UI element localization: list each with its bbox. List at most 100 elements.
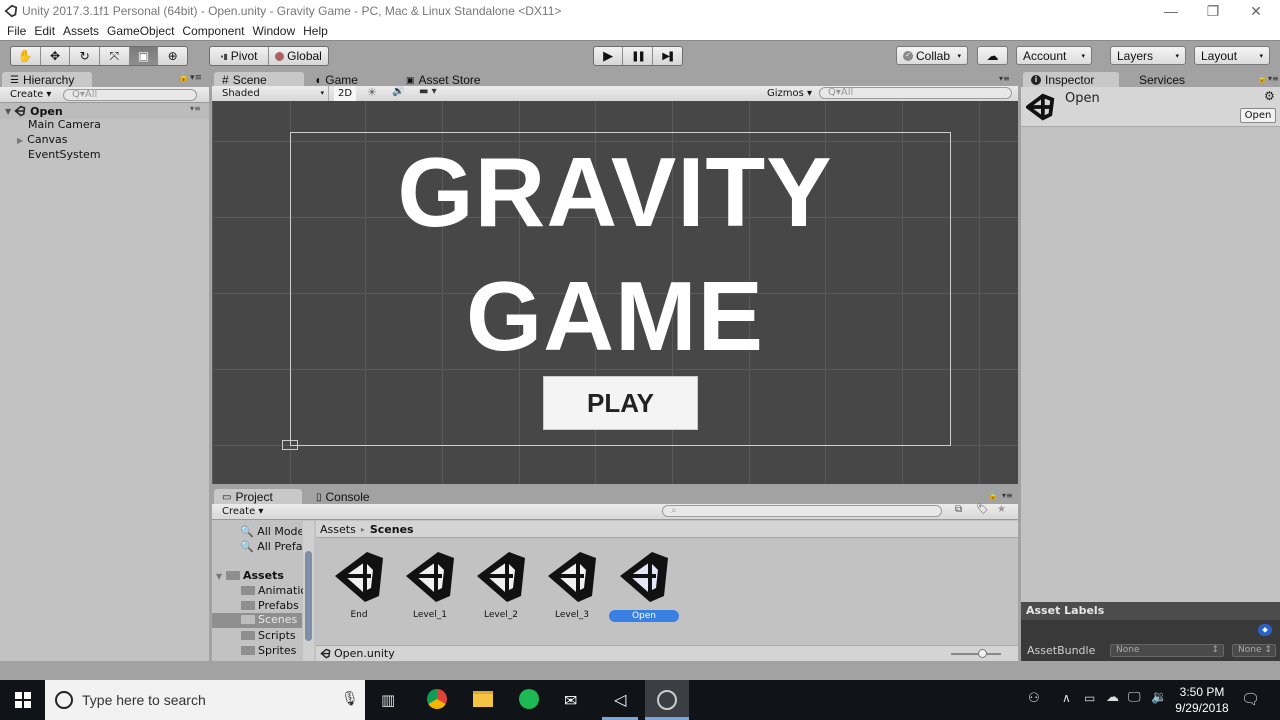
onedrive-cloud-icon[interactable]: ☁ [1106,690,1119,705]
lock-icon[interactable]: 🔒 [988,491,998,500]
breadcrumb-scenes[interactable]: Scenes [370,523,414,536]
expand-arrow-icon[interactable]: ▶ [17,136,23,145]
expand-arrow-icon[interactable]: ▼ [216,572,222,581]
asset-bundle-dropdown[interactable]: None ↕ [1110,644,1224,657]
pivot-toggle[interactable]: ▪▮ Pivot [210,47,270,65]
layers-dropdown[interactable]: Layers ▾ [1110,46,1186,65]
folder-scripts[interactable]: Scripts [241,629,296,642]
menu-help[interactable]: Help [303,24,328,38]
asset-tile-level-2[interactable]: Level_2 [466,548,536,620]
project-search-input[interactable]: ⌕ [662,505,942,517]
menu-gameobject[interactable]: GameObject [107,24,174,38]
canvas-anchor-handle[interactable] [282,440,298,450]
favorite-star-icon[interactable]: ★ [997,504,1006,515]
chrome-icon[interactable] [427,689,447,709]
expand-arrow-icon[interactable]: ▼ [5,107,11,116]
folder-prefabs[interactable]: Prefabs [241,599,299,612]
tab-hierarchy[interactable]: ☰ Hierarchy [2,72,92,88]
layout-dropdown[interactable]: Layout ▾ [1194,46,1270,65]
scene-viewport[interactable]: GRAVITY GAME PLAY [212,101,1018,484]
menu-file[interactable]: File [7,24,26,38]
breadcrumb-assets[interactable]: Assets [320,523,356,536]
file-explorer-icon[interactable] [473,691,493,707]
action-center-icon[interactable]: 🗨 [1241,690,1260,708]
favorite-all-prefabs[interactable]: 🔍 All Prefabs [240,540,302,553]
project-create-dropdown[interactable]: Create ▾ [222,506,263,517]
hierarchy-item-main-camera[interactable]: Main Camera [28,118,101,131]
scene-root-row[interactable]: ▼ Open ▾≡ [0,103,209,119]
hand-tool-icon[interactable]: ✋ [11,47,41,65]
show-hidden-icons-chevron[interactable]: ∧ [1062,691,1071,705]
asset-tile-end[interactable]: End [324,548,394,620]
shading-mode-dropdown[interactable]: Shaded ▾ [212,86,329,101]
lock-icon[interactable]: 🔒 [178,73,189,83]
taskbar-clock[interactable]: 3:50 PM 9/29/2018 [1172,684,1232,716]
panel-menu-icon[interactable]: ▾≡ [1002,491,1013,500]
hierarchy-search-input[interactable]: Q▾All [63,89,197,101]
menu-window[interactable]: Window [252,24,295,38]
favorite-all-models[interactable]: 🔍 All Models [240,525,302,538]
transform-tool-icon[interactable]: ⊕ [158,47,187,65]
minimize-button[interactable]: — [1149,0,1193,22]
game-play-button[interactable]: PLAY [543,376,698,430]
lighting-toggle-icon[interactable]: ☀ [367,86,377,99]
audio-toggle-icon[interactable]: 🔊 [392,86,404,97]
move-tool-icon[interactable]: ✥ [41,47,71,65]
effects-dropdown-icon[interactable]: ▬ ▾ [419,86,437,97]
icon-size-slider[interactable] [951,649,1001,658]
start-button[interactable] [0,680,45,720]
folder-tree-scrollbar[interactable] [303,521,314,661]
2d-mode-toggle[interactable]: 2D [334,86,356,101]
settings-gear-icon[interactable]: ⚙ [1264,89,1275,103]
scene-search-input[interactable]: Q▾All [819,87,1012,99]
step-button[interactable]: ▶❚ [653,47,682,65]
panel-menu-icon[interactable]: ▾≡ [999,74,1010,83]
asset-bundle-variant-dropdown[interactable]: None ↕ [1232,644,1276,657]
menu-edit[interactable]: Edit [34,24,55,38]
asset-tile-open[interactable]: Open [609,548,679,622]
network-icon[interactable]: 🖵 [1128,690,1141,705]
folder-animations[interactable]: Animations [241,584,303,597]
people-icon[interactable]: ⚇ [1028,691,1040,706]
search-by-type-icon[interactable]: ⧉ [955,504,962,515]
volume-icon[interactable]: 🔉 [1151,690,1167,705]
slider-handle[interactable] [978,649,987,658]
microphone-icon[interactable]: 🎙 [341,691,359,707]
task-view-icon[interactable]: ▥ [381,691,395,709]
cloud-button[interactable]: ☁ [977,46,1008,65]
collab-dropdown[interactable]: ✓ Collab ▾ [896,46,968,65]
lock-icon[interactable]: 🔒 [1257,74,1267,83]
account-dropdown[interactable]: Account ▾ [1016,46,1092,65]
menu-assets[interactable]: Assets [63,24,99,38]
tab-console[interactable]: ▯ Console [308,489,396,505]
tab-inspector[interactable]: i Inspector [1023,72,1119,88]
hierarchy-create-dropdown[interactable]: Create ▾ [10,89,51,100]
tab-project[interactable]: ▭ Project [214,489,302,505]
hierarchy-item-canvas[interactable]: ▶ Canvas [17,133,68,146]
panel-menu-icon[interactable]: ▾≡ [1268,74,1279,83]
menu-component[interactable]: Component [182,24,244,38]
scrollbar-thumb[interactable] [305,551,312,641]
battery-icon[interactable]: ▭ [1084,691,1095,705]
panel-menu-icon[interactable]: ▾≡ [190,73,202,83]
taskbar-search-box[interactable]: Type here to search 🎙 [45,680,365,720]
global-toggle[interactable]: Global [269,47,328,65]
scene-menu-icon[interactable]: ▾≡ [190,104,201,113]
close-button[interactable]: ✕ [1234,0,1278,22]
asset-tile-level-3[interactable]: Level_3 [537,548,607,620]
mail-icon[interactable]: ✉ [564,691,577,710]
rect-tool-icon[interactable]: ▣ [129,47,159,65]
open-scene-button[interactable]: Open [1240,108,1276,123]
tab-services[interactable]: Services [1131,72,1211,88]
folder-scenes[interactable]: Scenes [212,613,302,628]
folder-sprites[interactable]: Sprites [241,644,296,657]
unity-taskbar-icon[interactable]: ◁ [614,690,626,709]
spotify-icon[interactable] [519,689,539,709]
search-by-label-icon[interactable]: 🏷 [976,504,989,515]
label-tag-icon[interactable]: ⬥ [1258,624,1272,636]
hierarchy-item-eventsystem[interactable]: EventSystem [28,148,101,161]
asset-tile-level-1[interactable]: Level_1 [395,548,465,620]
obs-taskbar-button[interactable] [645,680,689,720]
play-button[interactable]: ▶ [594,47,624,65]
scale-tool-icon[interactable]: ⤧ [100,47,130,65]
